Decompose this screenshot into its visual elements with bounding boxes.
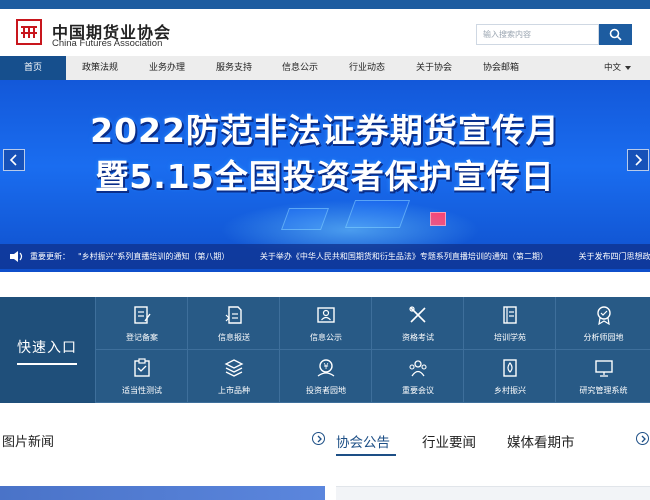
- quick-item-listed-products[interactable]: 上市品种: [187, 350, 279, 403]
- quick-item-publicity[interactable]: 信息公示: [279, 297, 371, 350]
- quick-item-label: 乡村振兴: [494, 386, 526, 395]
- quick-item-label: 分析师园地: [583, 333, 624, 342]
- nav-item-service[interactable]: 服务支持: [206, 56, 262, 80]
- report-icon: [225, 306, 242, 324]
- quick-item-training[interactable]: 培训学苑: [463, 297, 555, 350]
- register-icon: [134, 306, 151, 324]
- photo-news-more-button[interactable]: [312, 432, 325, 445]
- meeting-icon: [409, 360, 427, 377]
- banner-prev-button[interactable]: [3, 149, 25, 171]
- ticker-items: "乡村振兴"系列直播培训的通知（第八期） 关于举办《中华人民共和国期货和衍生品法…: [78, 244, 650, 269]
- investor-icon: ¥: [317, 359, 335, 377]
- active-tab-underline: [336, 454, 396, 456]
- chevron-left-icon: [9, 154, 17, 166]
- tab-announcements[interactable]: 协会公告: [336, 431, 390, 451]
- quick-item-label: 适当性测试: [122, 386, 162, 395]
- language-selector[interactable]: 中文: [604, 56, 621, 80]
- ticker-item[interactable]: 关于发布四门思想政治: [578, 252, 650, 261]
- nav-item-industry[interactable]: 行业动态: [339, 56, 395, 80]
- tab-media[interactable]: 媒体看期市: [507, 431, 575, 451]
- banner-next-button[interactable]: [627, 149, 649, 171]
- chevron-down-icon[interactable]: [625, 66, 631, 70]
- svg-text:¥: ¥: [323, 362, 328, 371]
- layers-icon: [224, 359, 244, 377]
- nav-item-policy[interactable]: 政策法规: [72, 56, 128, 80]
- quick-item-label: 登记备案: [126, 333, 158, 342]
- speaker-icon: [10, 251, 23, 262]
- quick-item-exam[interactable]: 资格考试: [371, 297, 463, 350]
- photo-news-title[interactable]: 图片新闻: [2, 431, 54, 450]
- banner-headline: 2022防范非法证券期货宣传月: [90, 111, 560, 150]
- search-icon: [609, 28, 622, 41]
- quick-item-label: 资格考试: [402, 333, 434, 342]
- quick-entry-underline: [17, 363, 77, 365]
- tab-industry-news[interactable]: 行业要闻: [422, 431, 476, 451]
- quick-item-label: 信息公示: [310, 333, 342, 342]
- quick-item-label: 重要会议: [402, 386, 434, 395]
- announcement-list: [336, 486, 650, 500]
- ticker-item[interactable]: "乡村振兴"系列直播培训的通知（第八期）: [78, 252, 229, 261]
- quick-item-investor[interactable]: ¥ 投资者园地: [279, 350, 371, 403]
- logo-icon[interactable]: [16, 19, 42, 45]
- quick-item-label: 上市品种: [218, 386, 250, 395]
- site-header: 中国期货业协会 China Futures Association: [0, 9, 650, 56]
- analyst-icon: [597, 306, 611, 325]
- quick-item-register[interactable]: 登记备案: [95, 297, 187, 350]
- training-icon: [503, 306, 517, 324]
- quick-item-suitability[interactable]: 适当性测试: [95, 350, 187, 403]
- top-accent-bar: [0, 0, 650, 9]
- chevron-right-icon: [641, 435, 646, 443]
- exam-icon: [409, 306, 426, 323]
- quick-item-rural[interactable]: 乡村振兴: [463, 350, 555, 403]
- quick-entry-title: 快速入口: [17, 340, 77, 356]
- photo-news-image[interactable]: [0, 486, 325, 500]
- site-subtitle: China Futures Association: [52, 38, 163, 49]
- chevron-right-icon: [317, 435, 322, 443]
- quick-item-report[interactable]: 信息报送: [187, 297, 279, 350]
- nav-item-disclosure[interactable]: 信息公示: [272, 56, 328, 80]
- banner-subheadline: 暨5.15全国投资者保护宣传日: [95, 157, 555, 196]
- rural-icon: [503, 359, 517, 377]
- chevron-right-icon: [635, 154, 643, 166]
- quick-item-research[interactable]: 研究管理系统: [555, 350, 650, 403]
- quick-entry-header: 快速入口: [0, 297, 95, 403]
- quick-item-meeting[interactable]: 重要会议: [371, 350, 463, 403]
- ticker-item[interactable]: 关于举办《中华人民共和国期货和衍生品法》专题系列直播培训的通知（第二期）: [260, 252, 548, 261]
- quick-item-label: 培训学苑: [494, 333, 526, 342]
- news-ticker: 重要更新： "乡村振兴"系列直播培训的通知（第八期） 关于举办《中华人民共和国期…: [0, 244, 650, 269]
- nav-item-business[interactable]: 业务办理: [139, 56, 195, 80]
- nav-item-mail[interactable]: 协会邮箱: [473, 56, 529, 80]
- quick-item-label: 投资者园地: [306, 386, 346, 395]
- ticker-label: 重要更新：: [30, 252, 70, 261]
- publicity-icon: [317, 307, 335, 323]
- tabs-more-button[interactable]: [636, 432, 649, 445]
- nav-item-about[interactable]: 关于协会: [406, 56, 462, 80]
- checklist-icon: [134, 358, 150, 377]
- quick-item-label: 信息报送: [218, 333, 250, 342]
- search-input[interactable]: [476, 24, 599, 45]
- quick-item-label: 研究管理系统: [579, 386, 628, 395]
- search-button[interactable]: [599, 24, 632, 45]
- monitor-icon: [595, 360, 613, 377]
- nav-item-home[interactable]: 首页: [0, 56, 66, 80]
- quick-item-analyst[interactable]: 分析师园地: [555, 297, 650, 350]
- main-nav: 首页 政策法规 业务办理 服务支持 信息公示 行业动态 关于协会 协会邮箱 中文: [0, 56, 650, 80]
- quick-entry-panel: 快速入口 登记备案 信息报送 信息公示 资格考试 培训学苑 分析师园地 适当性测…: [0, 297, 650, 403]
